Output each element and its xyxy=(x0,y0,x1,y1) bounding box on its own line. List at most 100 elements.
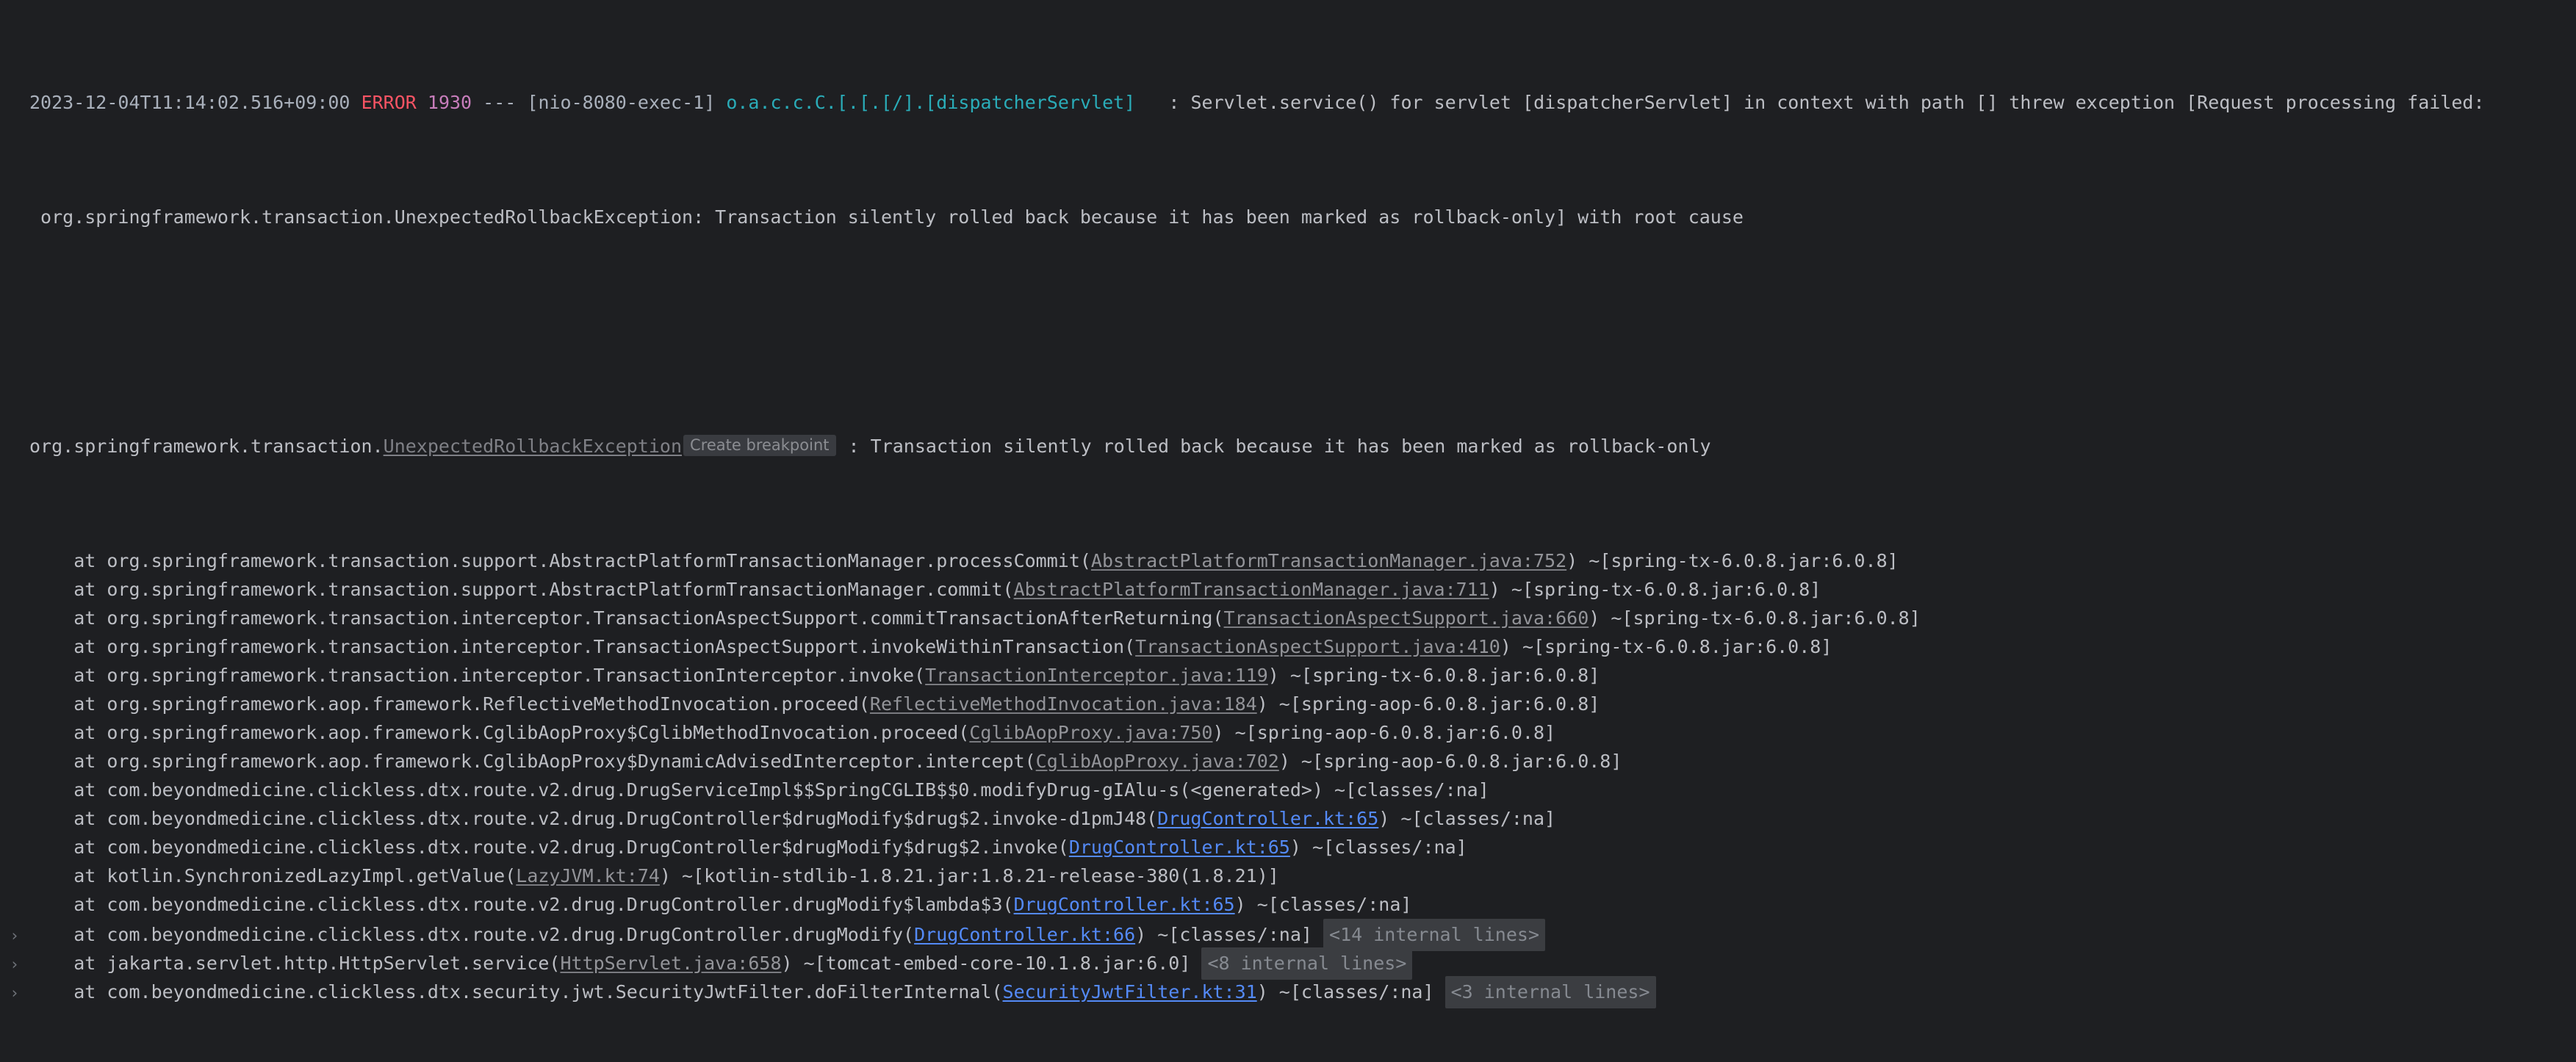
stack-frame-indent: at org.springframework.transaction.suppo… xyxy=(29,550,1091,571)
create-breakpoint-chip[interactable]: Create breakpoint xyxy=(683,435,836,456)
stack-frame-source-link[interactable]: ReflectiveMethodInvocation.java:184 xyxy=(870,693,1257,715)
stack-trace-frames: at org.springframework.transaction.suppo… xyxy=(0,546,2576,1008)
stack-frame-line[interactable]: at com.beyondmedicine.clickless.dtx.rout… xyxy=(0,776,2576,804)
stack-frame-source-link[interactable]: TransactionAspectSupport.java:410 xyxy=(1135,636,1500,657)
log-message: Servlet.service() for servlet [dispatche… xyxy=(1190,92,2485,113)
stack-frame-line[interactable]: at org.springframework.aop.framework.Ref… xyxy=(0,690,2576,718)
gutter-spacer xyxy=(0,748,29,777)
stack-frame-source-link[interactable]: HttpServlet.java:658 xyxy=(560,953,781,974)
stack-frame-line[interactable]: › at com.beyondmedicine.clickless.dtx.se… xyxy=(0,976,2576,1008)
log-message-continued: org.springframework.transaction.Unexpect… xyxy=(29,206,1744,228)
log-message-gap: : xyxy=(1135,92,1191,113)
log-thread: [nio-8080-exec-1] xyxy=(527,92,716,113)
stack-frame-source-link[interactable]: LazyJVM.kt:74 xyxy=(516,865,660,886)
stack-frame-source-link[interactable]: CglibAopProxy.java:702 xyxy=(1036,751,1279,772)
stack-frame-indent: at com.beyondmedicine.clickless.dtx.rout… xyxy=(29,924,915,945)
exception-class-link[interactable]: UnexpectedRollbackException xyxy=(384,436,682,457)
gutter-spacer xyxy=(0,605,29,634)
stack-frame-source-link[interactable]: AbstractPlatformTransactionManager.java:… xyxy=(1091,550,1566,571)
gutter-spacer xyxy=(0,662,29,691)
folded-internal-lines-badge[interactable]: <8 internal lines> xyxy=(1201,947,1413,980)
stack-frame-indent: at com.beyondmedicine.clickless.dtx.secu… xyxy=(29,981,1003,1003)
stack-frame-artifact: ) ~[classes/:na] xyxy=(1378,808,1556,829)
stack-frame-line[interactable]: at org.springframework.transaction.suppo… xyxy=(0,546,2576,575)
gutter-spacer xyxy=(0,204,29,233)
expand-chevron-icon[interactable]: › xyxy=(0,979,29,1008)
stack-frame-source-link[interactable]: TransactionAspectSupport.java:660 xyxy=(1224,607,1589,629)
log-pid: 1930 xyxy=(427,92,472,113)
stack-frame-indent: at org.springframework.aop.framework.Ref… xyxy=(29,693,870,715)
stack-frame-indent: at jakarta.servlet.http.HttpServlet.serv… xyxy=(29,953,561,974)
log-separator: --- xyxy=(483,92,517,113)
stack-frame-artifact: ) ~[classes/:na] xyxy=(1256,981,1445,1003)
gutter-spacer xyxy=(0,90,29,118)
gutter-spacer xyxy=(0,634,29,662)
stack-frame-source-link[interactable]: DrugController.kt:65 xyxy=(1014,894,1235,915)
stack-frame-artifact: ) ~[spring-tx-6.0.8.jar:6.0.8] xyxy=(1589,607,1921,629)
console-output-panel[interactable]: 2023-12-04T11:14:02.516+09:00 ERROR 1930… xyxy=(0,0,2576,1008)
stack-frame-source-link[interactable]: AbstractPlatformTransactionManager.java:… xyxy=(1014,579,1489,600)
stack-frame-indent: at org.springframework.aop.framework.Cgl… xyxy=(29,751,1036,772)
stack-frame-line[interactable]: at org.springframework.transaction.suppo… xyxy=(0,575,2576,604)
gutter-spacer xyxy=(0,691,29,720)
stack-frame-indent: at org.springframework.transaction.inter… xyxy=(29,607,1224,629)
stack-frame-source-link[interactable]: DrugController.kt:66 xyxy=(914,924,1135,945)
gutter-spacer xyxy=(0,806,29,834)
gutter-spacer xyxy=(0,834,29,863)
log-level: ERROR xyxy=(361,92,417,113)
stack-frame-indent: at com.beyondmedicine.clickless.dtx.rout… xyxy=(29,837,1069,858)
stack-frame-line[interactable]: at org.springframework.aop.framework.Cgl… xyxy=(0,718,2576,747)
stack-frame-indent: at com.beyondmedicine.clickless.dtx.rout… xyxy=(29,808,1158,829)
log-logger: o.a.c.c.C.[.[.[/].[dispatcherServlet] xyxy=(726,92,1136,113)
stack-frame-indent: at kotlin.SynchronizedLazyImpl.getValue( xyxy=(29,865,517,886)
stack-frame-indent: at org.springframework.aop.framework.Cgl… xyxy=(29,722,970,743)
stack-frame-artifact: ) ~[classes/:na] xyxy=(1289,837,1467,858)
stack-frame-line[interactable]: at org.springframework.transaction.inter… xyxy=(0,632,2576,661)
stack-frame-artifact: ) ~[tomcat-embed-core-10.1.8.jar:6.0] xyxy=(781,953,1202,974)
gutter-spacer xyxy=(0,863,29,892)
stack-frame-source-link[interactable]: CglibAopProxy.java:750 xyxy=(969,722,1212,743)
stack-frame-line[interactable]: at com.beyondmedicine.clickless.dtx.rout… xyxy=(0,833,2576,861)
stack-frame-indent: at com.beyondmedicine.clickless.dtx.rout… xyxy=(29,894,1014,915)
stack-frame-source-link[interactable]: SecurityJwtFilter.kt:31 xyxy=(1003,981,1257,1003)
folded-internal-lines-badge[interactable]: <14 internal lines> xyxy=(1323,919,1545,951)
stack-frame-line[interactable]: at com.beyondmedicine.clickless.dtx.rout… xyxy=(0,890,2576,919)
stack-frame-indent: at com.beyondmedicine.clickless.dtx.rout… xyxy=(29,779,1489,801)
stack-frame-line[interactable]: at org.springframework.transaction.inter… xyxy=(0,661,2576,690)
gutter-spacer xyxy=(0,777,29,806)
stack-frame-line[interactable]: › at com.beyondmedicine.clickless.dtx.ro… xyxy=(0,919,2576,951)
exception-header-line: org.springframework.transaction.Unexpect… xyxy=(0,432,2576,460)
stack-frame-artifact: ) ~[spring-tx-6.0.8.jar:6.0.8] xyxy=(1489,579,1821,600)
gutter-spacer xyxy=(0,577,29,605)
log-header-line-1: 2023-12-04T11:14:02.516+09:00 ERROR 1930… xyxy=(0,88,2576,117)
stack-frame-line[interactable]: at org.springframework.transaction.inter… xyxy=(0,604,2576,632)
exception-detail: : Transaction silently rolled back becau… xyxy=(837,436,1711,457)
stack-frame-source-link[interactable]: DrugController.kt:65 xyxy=(1069,837,1290,858)
stack-frame-indent: at org.springframework.transaction.inter… xyxy=(29,636,1136,657)
stack-frame-line[interactable]: › at jakarta.servlet.http.HttpServlet.se… xyxy=(0,947,2576,980)
stack-frame-artifact: ) ~[spring-aop-6.0.8.jar:6.0.8] xyxy=(1212,722,1556,743)
stack-frame-artifact: ) ~[spring-tx-6.0.8.jar:6.0.8] xyxy=(1500,636,1832,657)
stack-frame-artifact: ) ~[spring-tx-6.0.8.jar:6.0.8] xyxy=(1267,665,1600,686)
stack-frame-source-link[interactable]: TransactionInterceptor.java:119 xyxy=(925,665,1268,686)
stack-frame-artifact: ) ~[spring-aop-6.0.8.jar:6.0.8] xyxy=(1256,693,1600,715)
stack-frame-line[interactable]: at com.beyondmedicine.clickless.dtx.rout… xyxy=(0,804,2576,833)
stack-frame-line[interactable]: at org.springframework.aop.framework.Cgl… xyxy=(0,747,2576,776)
expand-chevron-icon[interactable]: › xyxy=(0,950,29,979)
stack-frame-source-link[interactable]: DrugController.kt:65 xyxy=(1157,808,1378,829)
stack-frame-artifact: ) ~[spring-aop-6.0.8.jar:6.0.8] xyxy=(1278,751,1622,772)
gutter-spacer xyxy=(0,433,29,462)
stack-frame-indent: at org.springframework.transaction.inter… xyxy=(29,665,926,686)
stack-frame-line[interactable]: at kotlin.SynchronizedLazyImpl.getValue(… xyxy=(0,861,2576,890)
exception-package: org.springframework.transaction. xyxy=(29,436,384,457)
stack-frame-artifact: ) ~[spring-tx-6.0.8.jar:6.0.8] xyxy=(1566,550,1899,571)
gutter-spacer xyxy=(0,892,29,920)
expand-chevron-icon[interactable]: › xyxy=(0,922,29,950)
folded-internal-lines-badge[interactable]: <3 internal lines> xyxy=(1444,976,1656,1008)
gutter-spacer xyxy=(0,548,29,577)
